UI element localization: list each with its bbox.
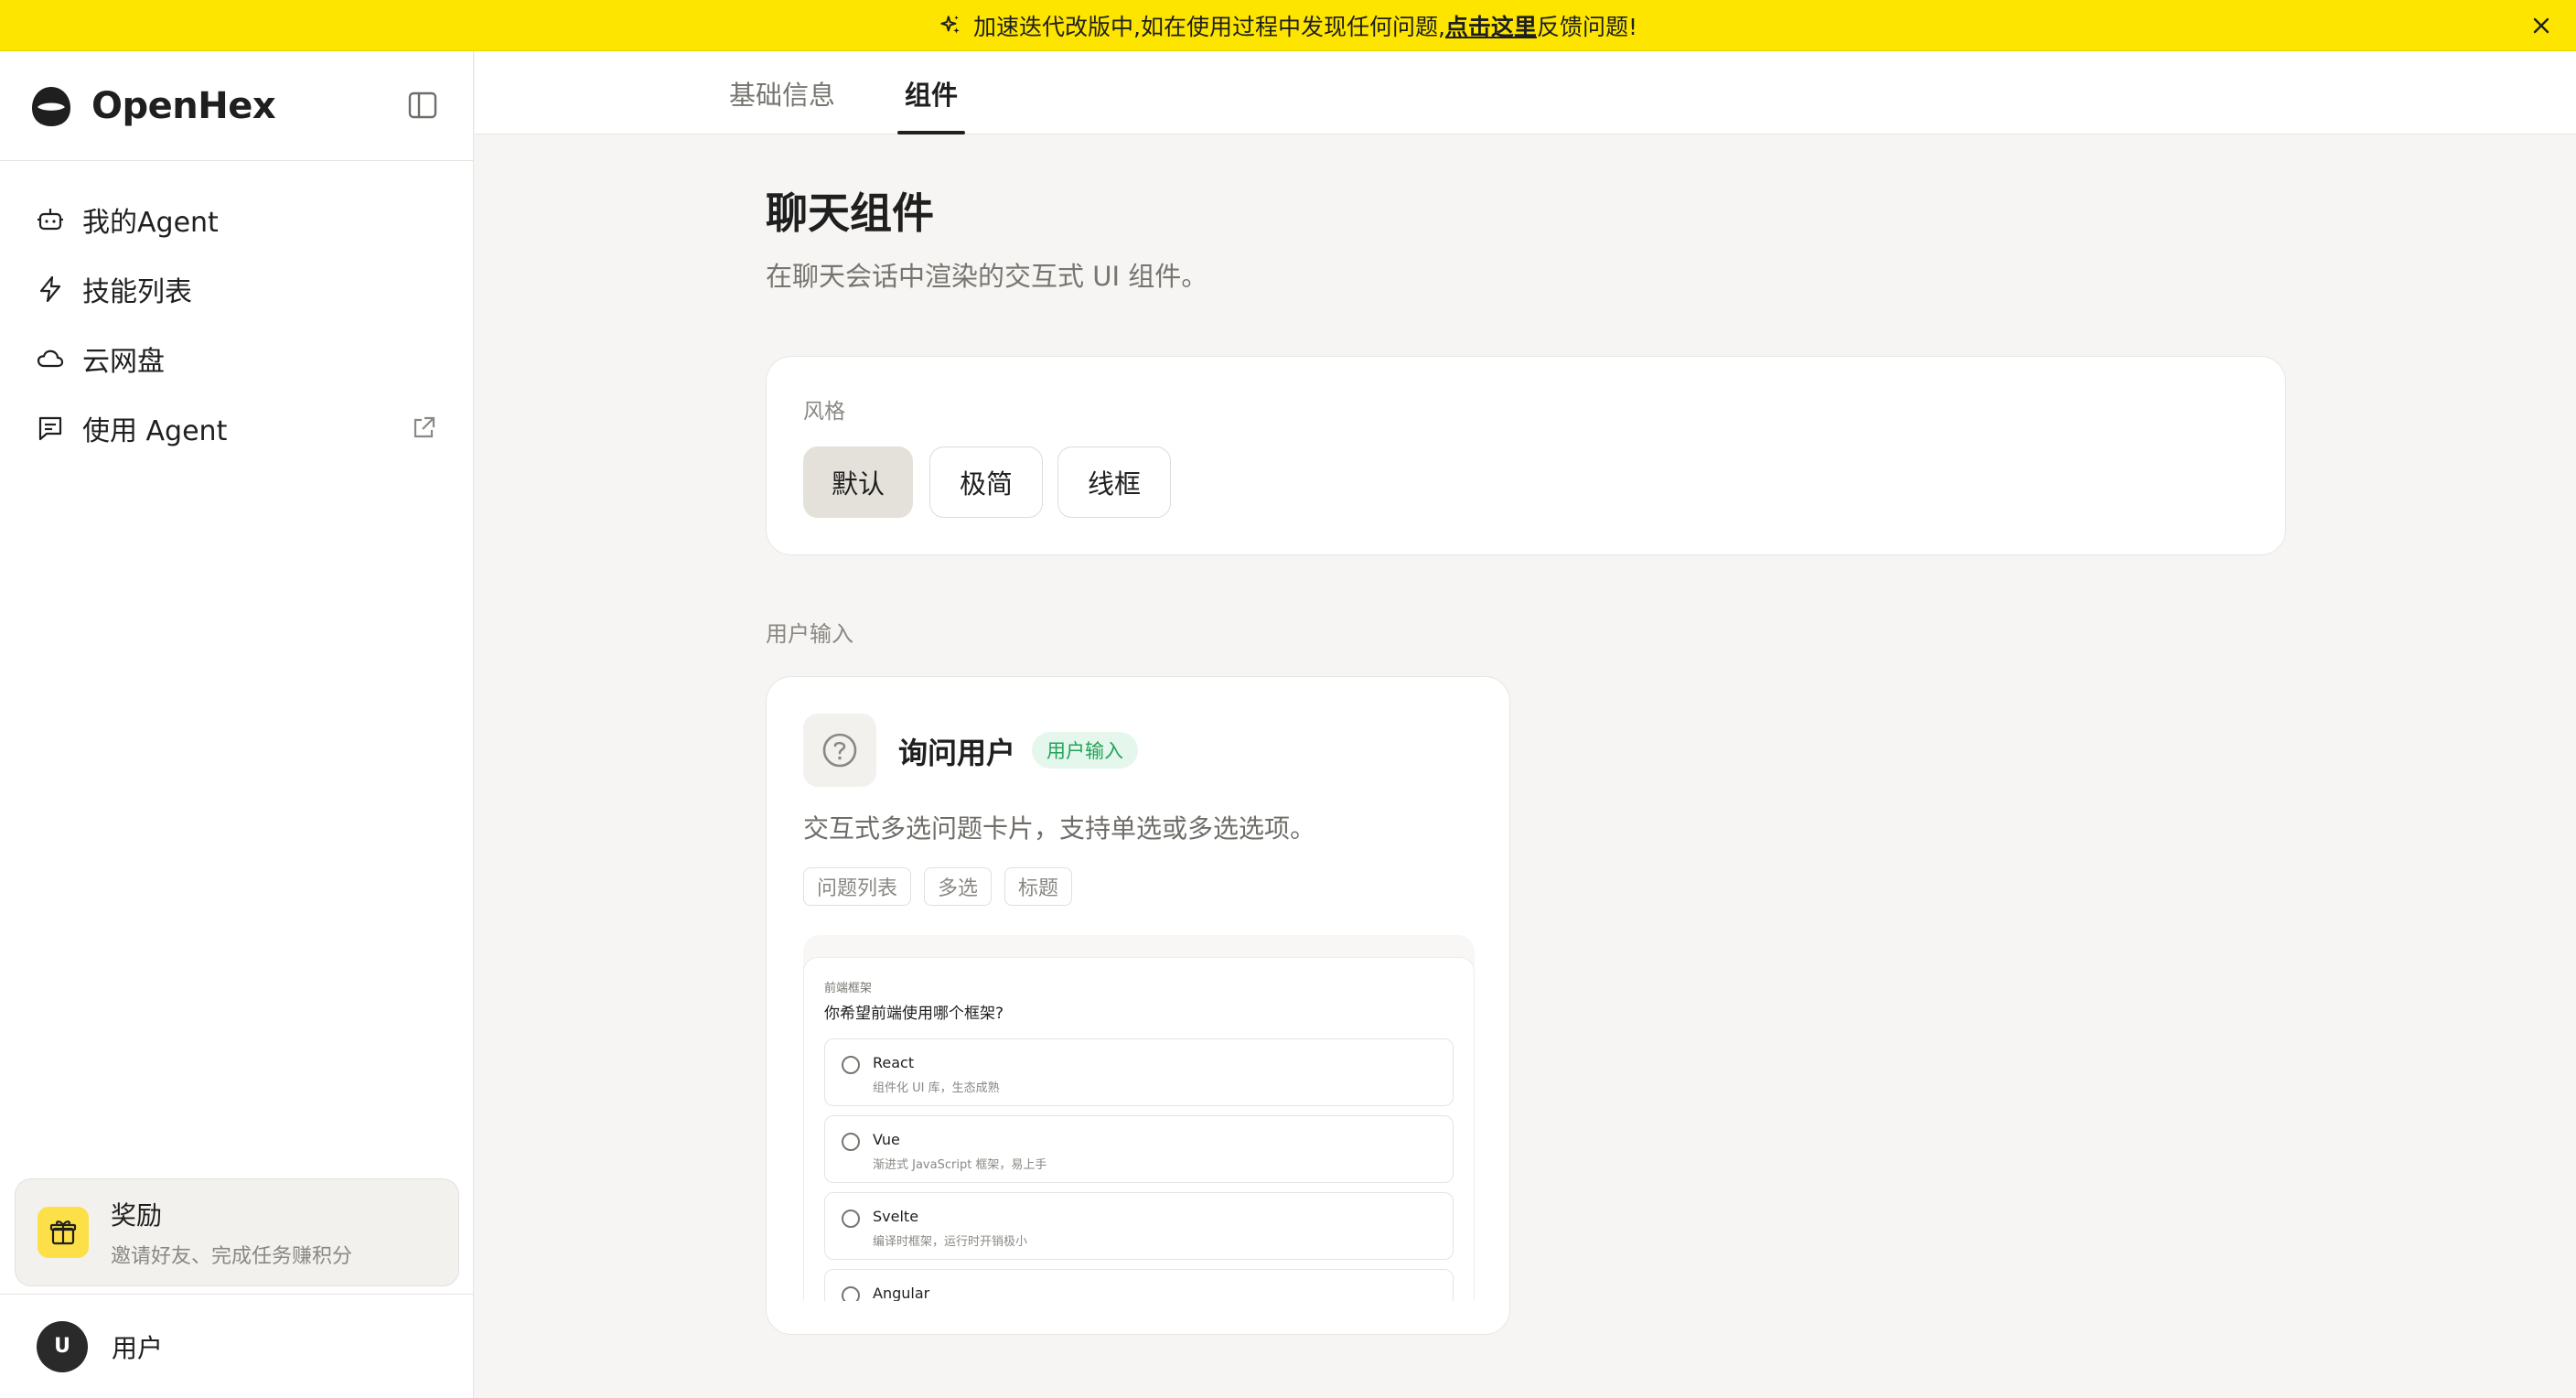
option-description: 编译时框架，运行时开销极小 [873, 1235, 1028, 1249]
reward-subtitle: 邀请好友、完成任务赚积分 [111, 1245, 353, 1268]
tab-components[interactable]: 组件 [896, 51, 966, 134]
tab-basic-info[interactable]: 基础信息 [729, 51, 835, 134]
question-icon-box [803, 714, 876, 787]
page-subtitle: 在聊天会话中渲染的交互式 UI 组件。 [766, 261, 1208, 292]
chat-icon [38, 416, 62, 441]
question-card-preview: 前端框架 你希望前端使用哪个框架? React 组件化 UI 库，生态成熟 Vu… [803, 957, 1475, 1301]
brand-header: OpenHex [0, 51, 473, 161]
banner-close-button[interactable] [2527, 11, 2556, 40]
section-label: 用户输入 [766, 621, 853, 647]
option-label: Angular [873, 1285, 930, 1301]
component-tags: 问题列表 多选 标题 [803, 867, 1085, 906]
component-card-ask-user[interactable]: 询问用户 用户输入 交互式多选问题卡片，支持单选或多选选项。 问题列表 多选 标… [766, 676, 1510, 1335]
question-text: 你希望前端使用哪个框架? [824, 1005, 1004, 1023]
gift-icon-box [38, 1207, 89, 1258]
avatar[interactable]: U [37, 1320, 88, 1372]
lightning-icon [39, 275, 61, 303]
sidebar-item-label: 我的Agent [82, 207, 219, 239]
option-label: React [873, 1054, 915, 1071]
radio-button[interactable] [842, 1133, 860, 1151]
cloud-icon [37, 350, 64, 368]
style-minimal-button[interactable]: 极简 [929, 446, 1043, 518]
main-content: 聊天组件 在聊天会话中渲染的交互式 UI 组件。 风格 默认 极简 线框 用户输… [475, 134, 2576, 1398]
style-default-button[interactable]: 默认 [803, 446, 913, 518]
component-title: 询问用户 [898, 736, 1016, 770]
radio-button[interactable] [842, 1210, 860, 1228]
tag: 问题列表 [803, 867, 912, 906]
question-category: 前端框架 [824, 982, 873, 995]
sparkle-icon [940, 15, 960, 34]
sidebar-item-label: 使用 Agent [82, 415, 228, 447]
user-profile[interactable]: U 用户 [0, 1294, 474, 1398]
brand-name[interactable]: OpenHex [91, 85, 276, 127]
sidebar-item-label: 云网盘 [82, 346, 165, 378]
page-title: 聊天组件 [766, 188, 934, 238]
announcement-banner: 加速迭代改版中,如在使用过程中发现任何问题, 点击这里 反馈问题! [0, 0, 2576, 51]
banner-feedback-link[interactable]: 点击这里 [1445, 9, 1537, 42]
option-vue[interactable]: Vue 渐进式 JavaScript 框架，易上手 [824, 1115, 1454, 1183]
gift-icon [49, 1221, 77, 1245]
close-icon[interactable] [2532, 16, 2550, 35]
style-selector-card: 风格 默认 极简 线框 [766, 356, 2286, 555]
radio-button[interactable] [842, 1286, 860, 1301]
sidebar-nav: 我的Agent 技能列表 云网盘 使用 Agent [0, 161, 473, 463]
sidebar-item-use-agent[interactable]: 使用 Agent [0, 393, 473, 463]
sidebar-item-skills[interactable]: 技能列表 [0, 254, 473, 324]
user-name: 用户 [112, 1332, 164, 1363]
sidebar-item-my-agent[interactable]: 我的Agent [0, 185, 473, 254]
option-svelte[interactable]: Svelte 编译时框架，运行时开销极小 [824, 1192, 1454, 1260]
style-label: 风格 [803, 400, 845, 424]
component-preview: 前端框架 你希望前端使用哪个框架? React 组件化 UI 库，生态成熟 Vu… [803, 935, 1475, 1301]
banner-text-end: 反馈问题! [1536, 13, 1637, 40]
radio-button[interactable] [842, 1056, 860, 1074]
status-badge: 用户输入 [1032, 732, 1138, 769]
component-description: 交互式多选问题卡片，支持单选或多选选项。 [803, 813, 1316, 844]
option-react[interactable]: React 组件化 UI 库，生态成熟 [824, 1038, 1454, 1106]
option-label: Vue [873, 1131, 900, 1148]
banner-text: 加速迭代改版中,如在使用过程中发现任何问题, [973, 13, 1445, 40]
tag: 标题 [1004, 867, 1073, 906]
reward-title: 奖励 [111, 1200, 163, 1231]
external-link-icon[interactable] [411, 415, 436, 441]
sidebar-item-cloud-drive[interactable]: 云网盘 [0, 324, 473, 393]
option-label: Svelte [873, 1208, 919, 1225]
question-icon [822, 733, 857, 768]
reward-card[interactable]: 奖励 邀请好友、完成任务赚积分 [15, 1178, 459, 1286]
option-description: 组件化 UI 库，生态成熟 [873, 1081, 1000, 1095]
tag: 多选 [924, 867, 993, 906]
sidebar: OpenHex 我的Agent 技能列表 云网盘 使用 Agent 奖励 邀请好… [0, 51, 474, 1398]
sidebar-item-label: 技能列表 [82, 276, 192, 308]
openhex-logo-icon[interactable] [29, 83, 73, 129]
sidebar-toggle-icon[interactable] [407, 90, 438, 121]
style-wireframe-button[interactable]: 线框 [1057, 446, 1171, 518]
option-description: 渐进式 JavaScript 框架，易上手 [873, 1158, 1047, 1172]
robot-icon [38, 209, 63, 231]
option-angular[interactable]: Angular [824, 1269, 1454, 1301]
tab-bar: 基础信息 组件 [475, 51, 2576, 134]
